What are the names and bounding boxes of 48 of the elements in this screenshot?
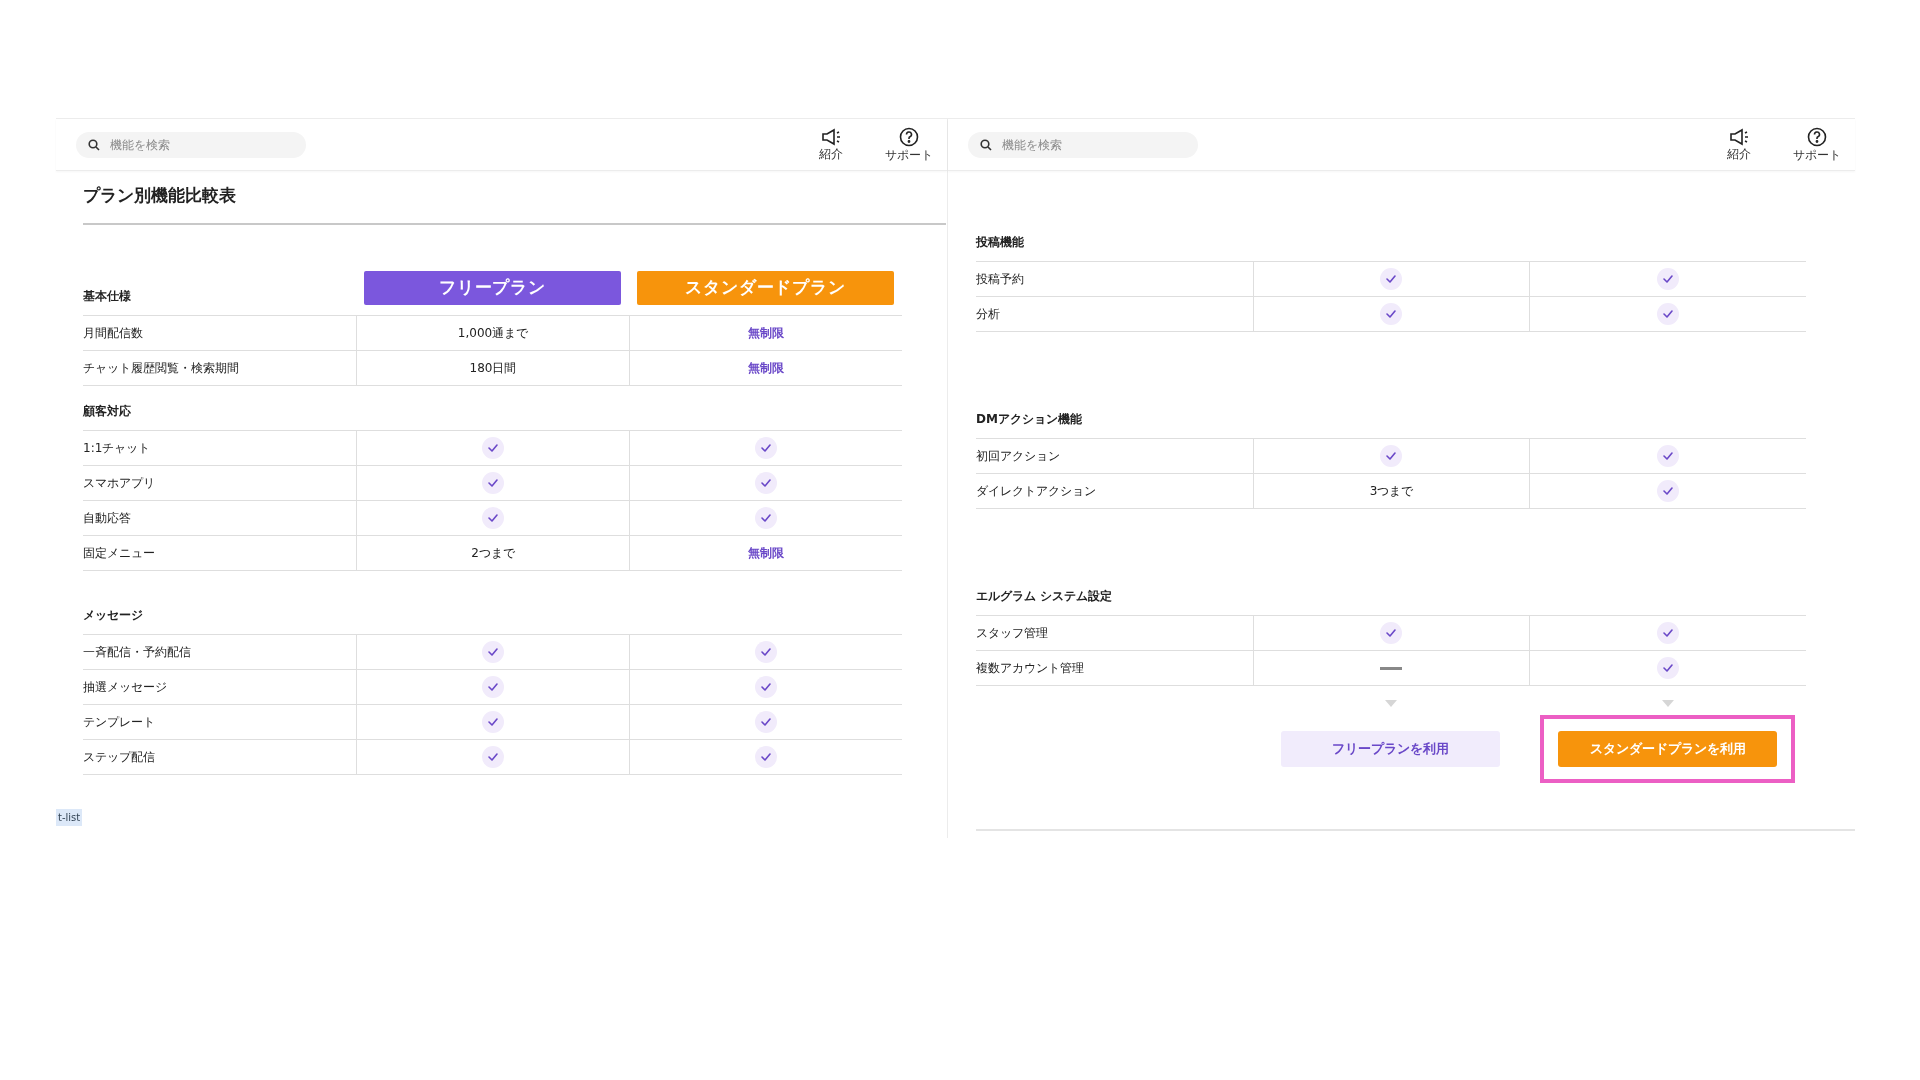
unlimited-value: 無制限	[748, 544, 784, 562]
feature-label: 投稿予約	[976, 271, 1025, 288]
search-icon	[88, 138, 100, 151]
down-triangle-icon	[1661, 700, 1674, 707]
feature-label: 自動応答	[83, 509, 132, 527]
feature-label: ダイレクトアクション	[976, 483, 1097, 500]
feature-label: テンプレート	[83, 713, 156, 731]
section-heading: DMアクション機能	[976, 411, 1083, 428]
page-title: プラン別機能比較表	[83, 185, 236, 205]
header-button[interactable]: サポート	[877, 127, 941, 162]
feature-label: 初回アクション	[976, 448, 1061, 465]
section-heading: メッセージ	[83, 606, 144, 624]
plan-header: スタンダードプラン	[637, 270, 894, 305]
down-triangle-icon	[1385, 700, 1397, 707]
feature-label: 複数アカウント管理	[976, 660, 1085, 677]
feature-label: 分析	[976, 306, 1001, 323]
help-icon	[1807, 127, 1827, 147]
feature-label: チャット履歴閲覧・検索期間	[83, 359, 240, 377]
cell-value: 1,000通まで	[457, 324, 529, 342]
section-heading: 基本仕様	[83, 287, 132, 305]
element-tag: t-list	[56, 809, 83, 826]
megaphone-icon	[1729, 128, 1749, 146]
help-icon	[899, 127, 919, 147]
header-button[interactable]: 紹介	[1707, 128, 1771, 161]
header-button[interactable]: サポート	[1785, 127, 1849, 162]
megaphone-icon	[821, 128, 841, 146]
cell-value: 180日間	[469, 359, 517, 377]
feature-label: 固定メニュー	[83, 544, 156, 562]
section-heading: 顧客対応	[83, 402, 132, 420]
feature-label: 月間配信数	[83, 324, 144, 342]
cell-value: 3つまで	[1369, 483, 1414, 500]
feature-label: ステップ配信	[83, 748, 156, 766]
feature-label: 1:1チャット	[83, 439, 152, 457]
search-field[interactable]: 機能を検索	[76, 131, 306, 158]
cell-value: 2つまで	[471, 544, 515, 562]
feature-label: 抽選メッセージ	[83, 678, 168, 696]
unlimited-value: 無制限	[748, 359, 784, 377]
feature-label: スマホアプリ	[83, 474, 156, 492]
search-field[interactable]: 機能を検索	[968, 131, 1198, 158]
plan-button[interactable]: フリープランを利用	[1281, 731, 1501, 767]
unlimited-value: 無制限	[748, 324, 784, 342]
section-heading: エルグラム システム設定	[976, 588, 1114, 605]
section-heading: 投稿機能	[976, 234, 1025, 251]
search-icon	[980, 138, 992, 151]
header-button[interactable]: 紹介	[799, 128, 863, 161]
plan-header: フリープラン	[364, 270, 621, 305]
feature-label: スタッフ管理	[976, 625, 1049, 642]
feature-label: 一斉配信・予約配信	[83, 643, 192, 661]
